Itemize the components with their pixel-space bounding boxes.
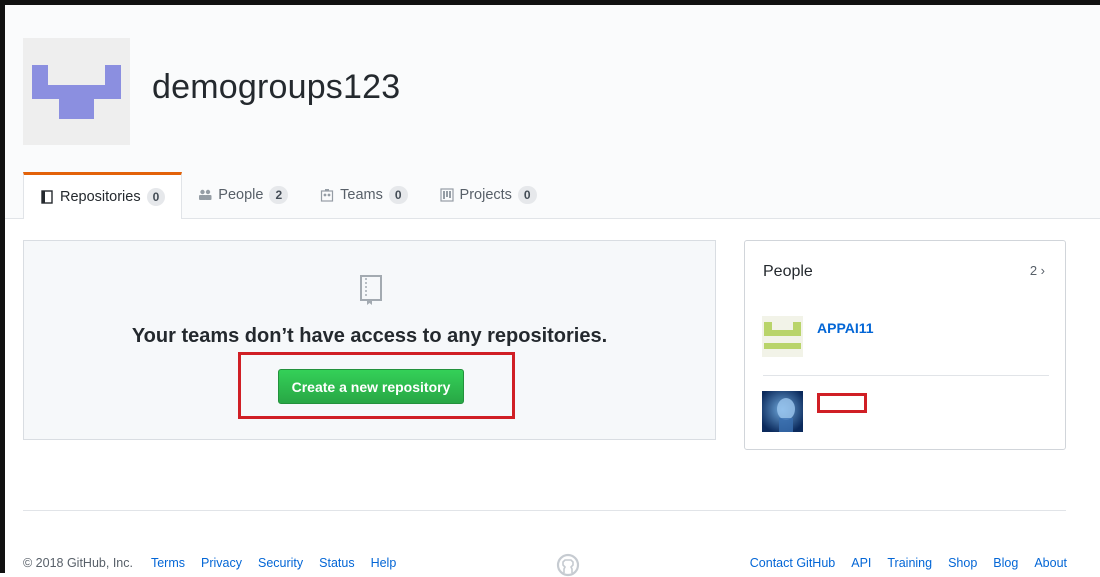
tab-label: People bbox=[218, 187, 264, 203]
tab-counter: 0 bbox=[146, 188, 166, 206]
teams-icon bbox=[321, 189, 334, 202]
annotation-highlight bbox=[238, 352, 515, 419]
tab-repositories[interactable]: Repositories 0 bbox=[23, 172, 183, 219]
tab-counter: 0 bbox=[517, 186, 537, 204]
footer-link-privacy[interactable]: Privacy bbox=[201, 556, 242, 570]
member-avatar[interactable] bbox=[762, 316, 803, 357]
redacted-member-name bbox=[817, 393, 867, 413]
tab-counter: 0 bbox=[388, 186, 408, 204]
footer-link-security[interactable]: Security bbox=[258, 556, 303, 570]
github-mark-icon[interactable] bbox=[556, 553, 580, 577]
footer-divider bbox=[23, 510, 1066, 511]
member-divider bbox=[763, 375, 1049, 376]
tab-label: Teams bbox=[340, 187, 383, 203]
footer-link-terms[interactable]: Terms bbox=[151, 556, 185, 570]
tab-projects[interactable]: Projects 0 bbox=[424, 172, 553, 218]
org-tabs: Repositories 0 People 2 Teams 0 Projects bbox=[23, 172, 553, 219]
repo-icon bbox=[41, 190, 53, 204]
footer-link-training[interactable]: Training bbox=[887, 556, 932, 570]
tab-label: Projects bbox=[459, 187, 512, 203]
footer-link-api[interactable]: API bbox=[851, 556, 871, 570]
tab-label: Repositories bbox=[60, 189, 141, 205]
blankslate-message: Your teams don’t have access to any repo… bbox=[131, 325, 608, 347]
footer-link-shop[interactable]: Shop bbox=[948, 556, 977, 570]
footer-copyright: © 2018 GitHub, Inc. bbox=[23, 556, 133, 570]
org-name: demogroups123 bbox=[152, 68, 401, 106]
org-avatar bbox=[23, 38, 130, 145]
people-heading: People bbox=[763, 263, 813, 280]
member-name-link[interactable]: APPAI11 bbox=[817, 320, 874, 336]
tab-people[interactable]: People 2 bbox=[182, 172, 304, 218]
footer-link-about[interactable]: About bbox=[1034, 556, 1067, 570]
footer-link-help[interactable]: Help bbox=[371, 556, 397, 570]
project-icon bbox=[439, 188, 454, 202]
footer-link-status[interactable]: Status bbox=[319, 556, 354, 570]
people-icon bbox=[199, 189, 212, 200]
repo-icon bbox=[360, 275, 382, 305]
tab-counter: 2 bbox=[269, 186, 289, 204]
footer-link-blog[interactable]: Blog bbox=[993, 556, 1018, 570]
tab-teams[interactable]: Teams 0 bbox=[304, 172, 423, 218]
people-count-link[interactable]: 2 › bbox=[1030, 263, 1045, 278]
footer-right: Contact GitHub API Training Shop Blog Ab… bbox=[750, 556, 1067, 570]
identicon-image bbox=[32, 65, 121, 119]
member-avatar[interactable] bbox=[762, 391, 803, 432]
footer-left: © 2018 GitHub, Inc. Terms Privacy Securi… bbox=[23, 556, 396, 570]
people-sidebar: People 2 › APPAI11 bbox=[744, 240, 1066, 450]
footer-link-contact[interactable]: Contact GitHub bbox=[750, 556, 835, 570]
